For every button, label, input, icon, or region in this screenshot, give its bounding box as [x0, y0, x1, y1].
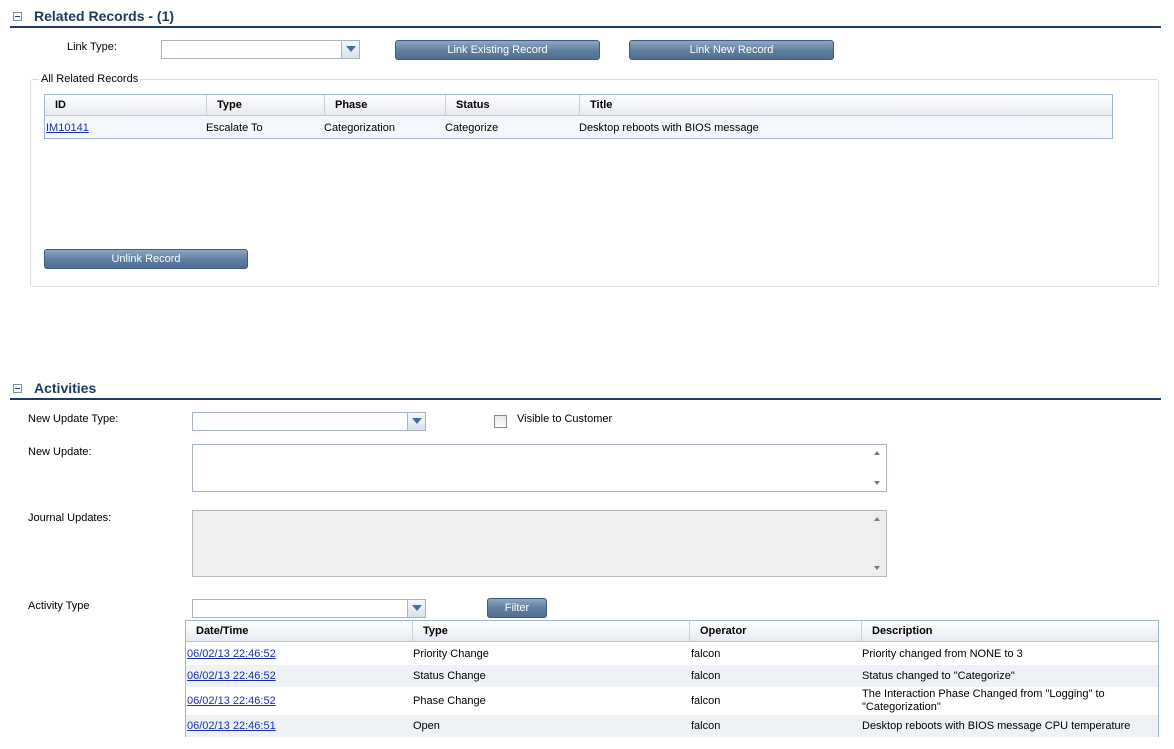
dropdown-arrow-icon[interactable] [407, 600, 425, 617]
new-update-textarea[interactable] [192, 444, 887, 492]
record-status: Categorize [445, 122, 499, 134]
visible-to-customer-checkbox[interactable] [494, 415, 507, 428]
scroll-down-icon[interactable] [874, 481, 880, 485]
activity-type-label: Activity Type [28, 600, 90, 612]
record-phase: Categorization [324, 122, 395, 134]
activity-description: Status changed to "Categorize" [862, 670, 1015, 682]
activity-datetime-link[interactable]: 06/02/13 22:46:52 [187, 695, 276, 707]
related-records-header: Related Records - (1) [10, 8, 1161, 28]
table-row[interactable]: 06/02/13 22:46:52 Status Change falcon S… [186, 665, 1158, 687]
dropdown-arrow-icon[interactable] [341, 41, 359, 58]
table-row[interactable]: 06/02/13 22:46:52 Priority Change falcon… [186, 643, 1158, 665]
collapse-icon[interactable] [13, 384, 22, 393]
journal-updates-textarea[interactable] [192, 510, 887, 577]
activity-operator: falcon [691, 720, 721, 732]
link-type-label: Link Type: [67, 41, 117, 53]
new-update-label: New Update: [28, 446, 92, 458]
activity-type: Priority Change [413, 648, 489, 660]
activity-datetime-link[interactable]: 06/02/13 22:46:51 [187, 720, 276, 732]
scrollbar[interactable] [870, 445, 886, 491]
scrollbar[interactable] [870, 511, 886, 576]
activity-type: Status Change [413, 670, 486, 682]
column-header-datetime[interactable]: Date/Time [186, 621, 413, 641]
visible-to-customer-label: Visible to Customer [517, 413, 613, 425]
collapse-icon[interactable] [13, 12, 22, 21]
activity-type-combo[interactable] [192, 599, 426, 618]
scroll-down-icon[interactable] [874, 566, 880, 570]
link-type-combo[interactable] [161, 40, 360, 59]
column-header-type[interactable]: Type [413, 621, 690, 641]
group-legend: All Related Records [39, 73, 141, 85]
table-header: ID Type Phase Status Title [45, 95, 1112, 116]
link-new-record-button[interactable]: Link New Record [629, 40, 834, 60]
activity-description: The Interaction Phase Changed from "Logg… [862, 688, 1105, 713]
new-update-type-label: New Update Type: [28, 413, 119, 425]
column-header-description[interactable]: Description [862, 621, 1159, 641]
record-type: Escalate To [206, 122, 263, 134]
dropdown-arrow-icon[interactable] [407, 413, 425, 430]
activity-operator: falcon [691, 670, 721, 682]
table-row[interactable]: 06/02/13 22:46:51 Open falcon Desktop re… [186, 715, 1158, 737]
scroll-up-icon[interactable] [874, 451, 880, 455]
column-header-phase[interactable]: Phase [325, 95, 446, 115]
column-header-status[interactable]: Status [446, 95, 580, 115]
journal-updates-label: Journal Updates: [28, 512, 112, 524]
related-records-title: Related Records - (1) [34, 8, 175, 24]
activities-header: Activities [10, 380, 1161, 400]
column-header-operator[interactable]: Operator [690, 621, 862, 641]
record-id-link[interactable]: IM10141 [46, 122, 89, 134]
table-row[interactable]: IM10141 Escalate To Categorization Categ… [45, 116, 1112, 138]
activity-datetime-link[interactable]: 06/02/13 22:46:52 [187, 670, 276, 682]
record-title: Desktop reboots with BIOS message [579, 122, 759, 134]
column-header-title[interactable]: Title [580, 95, 1113, 115]
scroll-up-icon[interactable] [874, 517, 880, 521]
column-header-type[interactable]: Type [207, 95, 325, 115]
table-header: Date/Time Type Operator Description [186, 621, 1158, 642]
activity-type: Open [413, 720, 440, 732]
activity-operator: falcon [691, 695, 721, 707]
activity-operator: falcon [691, 648, 721, 660]
activities-table: Date/Time Type Operator Description 06/0… [185, 620, 1159, 737]
activity-datetime-link[interactable]: 06/02/13 22:46:52 [187, 648, 276, 660]
link-existing-record-button[interactable]: Link Existing Record [395, 40, 600, 60]
new-update-type-combo[interactable] [192, 412, 426, 431]
filter-button[interactable]: Filter [487, 598, 547, 618]
unlink-record-button[interactable]: Unlink Record [44, 249, 248, 269]
activity-description: Desktop reboots with BIOS message CPU te… [862, 720, 1131, 732]
activity-type: Phase Change [413, 695, 486, 707]
activity-description: Priority changed from NONE to 3 [862, 648, 1023, 660]
related-records-table: ID Type Phase Status Title IM10141 Escal… [44, 94, 1113, 139]
table-row[interactable]: 06/02/13 22:46:52 Phase Change falcon Th… [186, 687, 1158, 715]
column-header-id[interactable]: ID [45, 95, 207, 115]
activities-title: Activities [34, 380, 97, 396]
